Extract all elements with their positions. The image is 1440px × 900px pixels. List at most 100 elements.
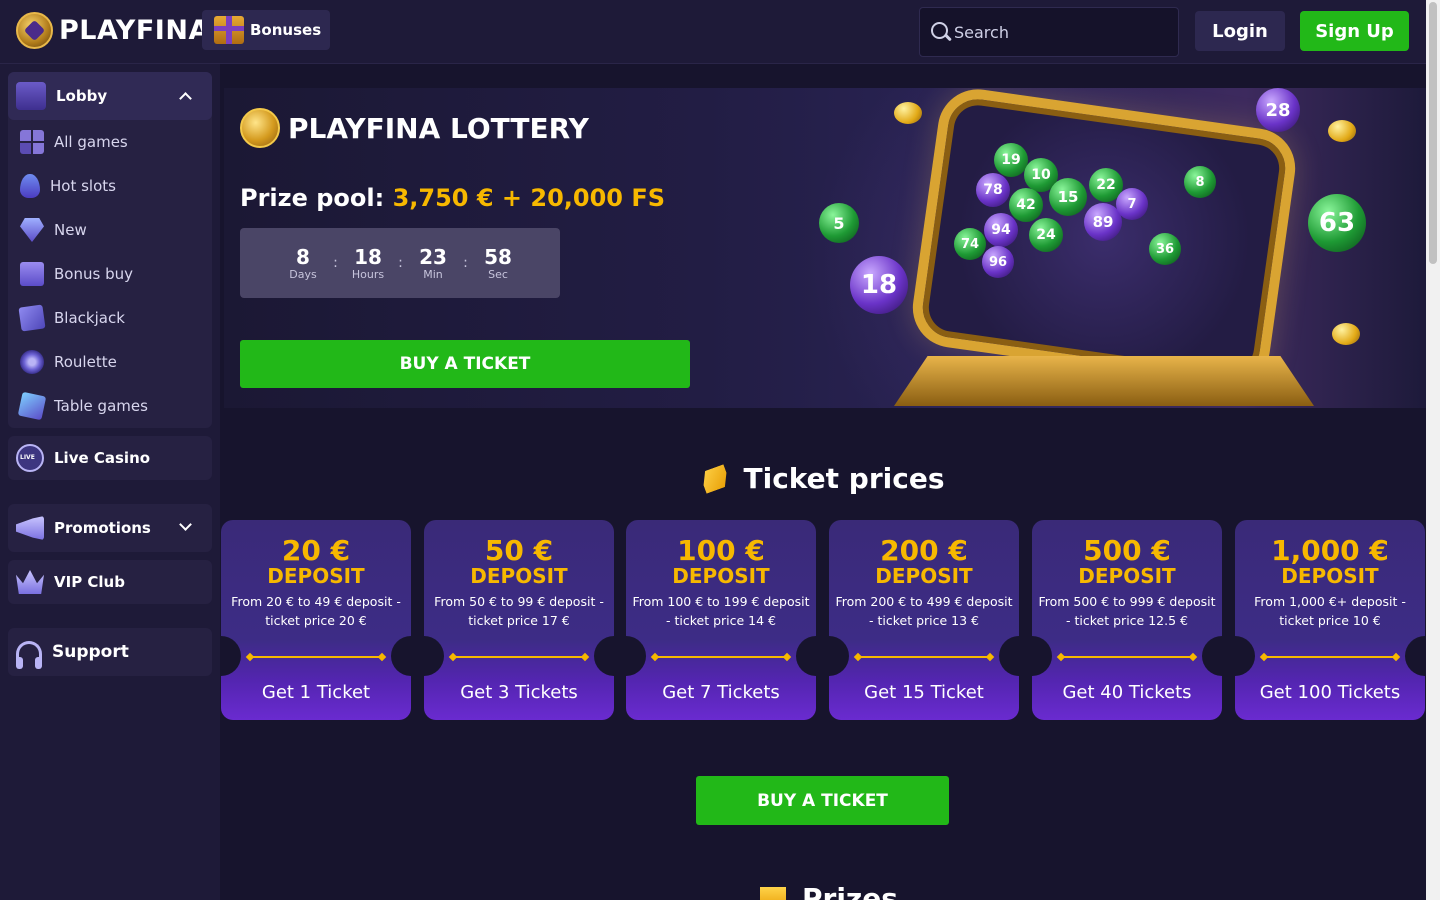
search-icon (930, 21, 952, 43)
sidebar-item-live-casino[interactable]: Live Casino (8, 436, 212, 480)
lottery-ball: 94 (984, 213, 1018, 247)
lottery-ball: 36 (1149, 233, 1181, 265)
countdown-value: 18 (354, 244, 382, 269)
roulette-icon (20, 350, 44, 374)
card-divider (249, 656, 383, 658)
deposit-label: DEPOSIT (1078, 564, 1176, 588)
sidebar-item-label: Bonus buy (54, 265, 133, 283)
ticket-price-card[interactable]: 500 € DEPOSIT From 500 € to 999 € deposi… (1032, 520, 1222, 720)
sidebar-item-blackjack[interactable]: Blackjack (8, 296, 212, 340)
login-button[interactable]: Login (1195, 11, 1285, 51)
sidebar-item-roulette[interactable]: Roulette (8, 340, 212, 384)
ticket-prices-heading: Ticket prices (220, 462, 1426, 495)
search-box[interactable] (919, 7, 1179, 57)
card-notch (424, 636, 444, 676)
lottery-ball: 63 (1308, 194, 1366, 252)
sidebar-item-hot-slots[interactable]: Hot slots (8, 164, 212, 208)
sidebar-item-promotions[interactable]: Promotions (8, 504, 212, 552)
deposit-amount: 100 € (677, 534, 765, 567)
get-tickets-link[interactable]: Get 15 Ticket (829, 682, 1019, 703)
card-notch (796, 636, 816, 676)
countdown-label: Sec (488, 267, 508, 281)
lottery-hero-banner: 19 10 78 15 22 42 94 89 24 74 96 36 8 5 … (224, 88, 1426, 408)
countdown-label: Hours (351, 267, 385, 281)
grid-icon (20, 130, 44, 154)
buy-ticket-button[interactable]: BUY A TICKET (240, 340, 690, 388)
chevron-down-icon (179, 518, 192, 531)
lottery-coin-icon (240, 108, 280, 148)
gift-box-icon (214, 16, 244, 44)
deposit-amount: 50 € (484, 534, 554, 567)
sidebar-item-new[interactable]: New (8, 208, 212, 252)
get-tickets-link[interactable]: Get 1 Ticket (221, 682, 411, 703)
ticket-description: From 500 € to 999 € deposit - ticket pri… (1038, 594, 1216, 628)
gold-coin (1328, 120, 1356, 142)
lottery-heading: PLAYFINA LOTTERY (288, 111, 589, 145)
lottery-ball: 42 (1009, 188, 1043, 222)
card-notch (1405, 636, 1425, 676)
ticket-price-card[interactable]: 20 € DEPOSIT From 20 € to 49 € deposit -… (221, 520, 411, 720)
buy-ticket-button-secondary[interactable]: BUY A TICKET (696, 776, 949, 825)
deposit-amount: 20 € (281, 534, 351, 567)
lottery-ball: 5 (819, 203, 859, 243)
card-divider (857, 656, 991, 658)
get-tickets-link[interactable]: Get 100 Tickets (1235, 682, 1425, 703)
deposit-label: DEPOSIT (875, 564, 973, 588)
ticket-price-card[interactable]: 100 € DEPOSIT From 100 € to 199 € deposi… (626, 520, 816, 720)
gift-icon (20, 262, 44, 286)
cards-icon (18, 304, 46, 332)
lottery-ball: 18 (850, 256, 908, 314)
countdown-separator: : (463, 255, 468, 271)
deposit-amount: 1,000 € (1271, 534, 1389, 567)
countdown-value: 58 (484, 244, 512, 269)
scrollbar-thumb[interactable] (1429, 2, 1437, 264)
sidebar-item-support[interactable]: Support (8, 628, 212, 676)
countdown-value: 8 (296, 244, 310, 269)
ticket-price-card[interactable]: 50 € DEPOSIT From 50 € to 99 € deposit -… (424, 520, 614, 720)
countdown-label: Days (289, 267, 317, 281)
page-scrollbar[interactable] (1426, 0, 1440, 900)
search-input[interactable] (954, 22, 1154, 42)
countdown-timer: 8 Days : 18 Hours : 23 Min : 58 Sec (240, 228, 560, 298)
logo-icon (16, 12, 53, 49)
brand-logo[interactable]: PLAYFINA (16, 12, 210, 49)
trophy-icon (760, 886, 786, 900)
section-title: Ticket prices (743, 462, 945, 495)
ticket-price-card[interactable]: 200 € DEPOSIT From 200 € to 499 € deposi… (829, 520, 1019, 720)
deposit-label: DEPOSIT (672, 564, 770, 588)
ticket-description: From 100 € to 199 € deposit - ticket pri… (632, 594, 810, 628)
get-tickets-link[interactable]: Get 7 Tickets (626, 682, 816, 703)
sidebar-item-vip-club[interactable]: VIP Club (8, 560, 212, 604)
chevron-up-icon (179, 92, 192, 105)
live-icon (16, 444, 44, 472)
get-tickets-link[interactable]: Get 40 Tickets (1032, 682, 1222, 703)
slot-machine-icon (16, 82, 46, 110)
card-notch (221, 636, 241, 676)
prize-pool-label: Prize pool: (240, 184, 385, 212)
sidebar-item-label: Live Casino (54, 449, 151, 467)
lottery-ball: 24 (1029, 218, 1063, 252)
signup-button[interactable]: Sign Up (1300, 11, 1409, 51)
countdown-hours: 18 Hours (343, 246, 393, 281)
ticket-price-card[interactable]: 1,000 € DEPOSIT From 1,000 €+ deposit - … (1235, 520, 1425, 720)
sidebar-item-bonus-buy[interactable]: Bonus buy (8, 252, 212, 296)
gold-coin (1332, 323, 1360, 345)
deposit-label: DEPOSIT (267, 564, 365, 588)
sidebar-item-all-games[interactable]: All games (8, 120, 212, 164)
sidebar-item-label: Lobby (56, 87, 108, 105)
bonuses-button[interactable]: Bonuses (202, 10, 330, 50)
get-tickets-link[interactable]: Get 3 Tickets (424, 682, 614, 703)
lottery-ball: 74 (954, 228, 986, 260)
card-divider (452, 656, 586, 658)
sidebar-item-lobby[interactable]: Lobby (8, 72, 212, 120)
lottery-ball: 96 (982, 246, 1014, 278)
lottery-ball: 19 (994, 143, 1028, 177)
deposit-label: DEPOSIT (1281, 564, 1379, 588)
sidebar-item-label: Hot slots (50, 177, 116, 195)
ticket-description: From 200 € to 499 € deposit - ticket pri… (835, 594, 1013, 628)
card-notch (999, 636, 1019, 676)
card-notch (626, 636, 646, 676)
sidebar-item-table-games[interactable]: Table games (8, 384, 212, 428)
countdown-days: 8 Days (278, 246, 328, 281)
brand-name: PLAYFINA (59, 15, 210, 46)
